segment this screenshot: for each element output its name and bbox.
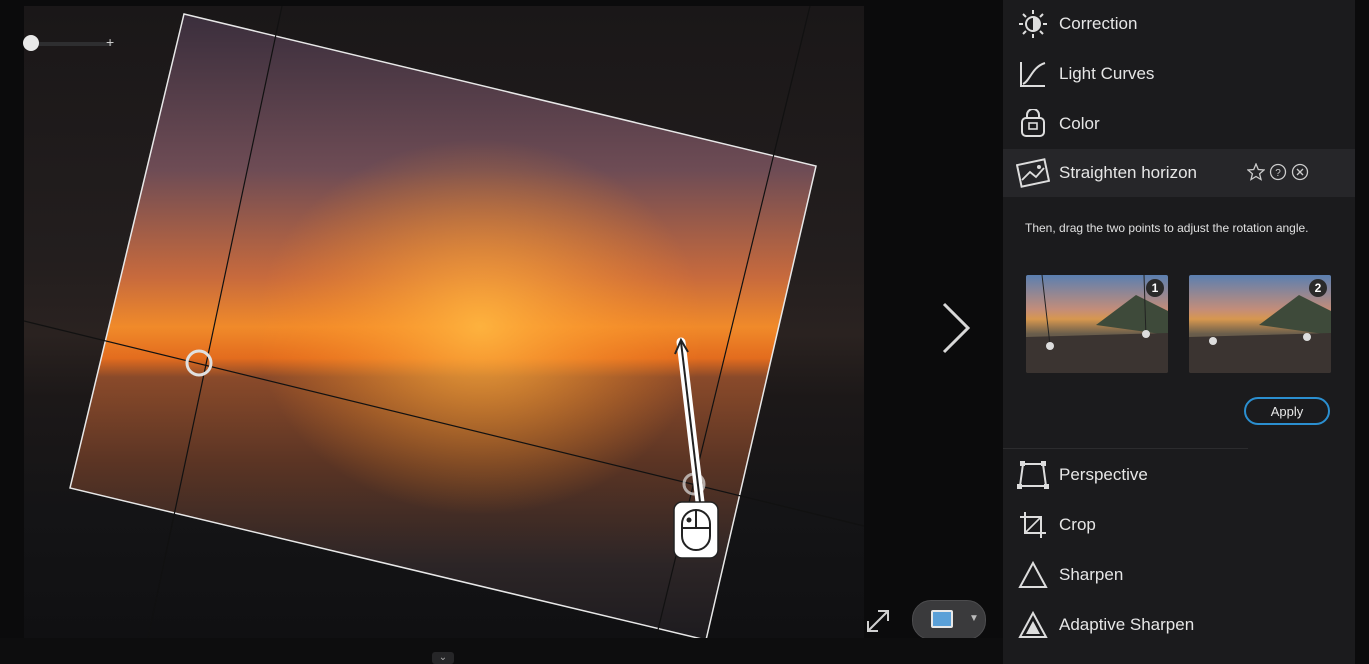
star-icon[interactable] [1247, 163, 1265, 181]
chevron-right-icon[interactable] [938, 300, 974, 356]
single-view-icon [931, 610, 953, 628]
tool-label: Light Curves [1059, 64, 1155, 83]
view-mode-toggle[interactable]: ▼ [912, 600, 986, 640]
example-thumbnail-1: 1 [1026, 275, 1168, 373]
thumbnail-number: 1 [1146, 279, 1164, 297]
tool-label: Color [1059, 114, 1100, 133]
tool-label: Adaptive Sharpen [1059, 615, 1195, 634]
straighten-horizon-icon [1015, 158, 1051, 188]
tool-crop[interactable]: Crop [1003, 501, 1355, 549]
tool-perspective[interactable]: Perspective [1003, 451, 1355, 499]
tool-color[interactable]: Color [1003, 100, 1355, 148]
tool-sharpen[interactable]: Sharpen [1003, 551, 1355, 599]
expand-icon[interactable] [864, 607, 892, 635]
sun-icon [1015, 9, 1051, 39]
color-icon [1015, 109, 1051, 139]
crop-icon [1015, 510, 1051, 540]
image-canvas[interactable] [24, 6, 864, 638]
tool-label: Perspective [1059, 465, 1148, 484]
apply-button[interactable]: Apply [1244, 397, 1330, 425]
tool-label: Crop [1059, 515, 1096, 534]
collapse-tab-chevron-icon[interactable]: ⌄ [432, 652, 454, 664]
zoom-slider-knob[interactable] [23, 35, 39, 51]
tool-label: Sharpen [1059, 565, 1124, 584]
tool-label: Correction [1059, 14, 1138, 33]
svg-text:?: ? [1275, 168, 1281, 179]
tool-adaptive-sharpen[interactable]: Adaptive Sharpen [1003, 601, 1355, 649]
curves-icon [1015, 59, 1051, 89]
thumbnail-number: 2 [1309, 279, 1327, 297]
rotated-photo-layer [24, 6, 864, 638]
adaptive-sharpen-icon [1015, 610, 1051, 640]
straighten-help-text: Then, drag the two points to adjust the … [1025, 221, 1309, 235]
mouse-icon [673, 501, 719, 559]
help-icon[interactable]: ? [1269, 163, 1287, 181]
tool-correction[interactable]: Correction [1003, 0, 1355, 48]
tool-label: Straighten horizon [1059, 163, 1197, 182]
panel-scroll-gutter [1355, 0, 1369, 664]
zoom-plus-icon[interactable]: + [106, 34, 114, 50]
divider [1003, 448, 1248, 449]
sharpen-icon [1015, 560, 1051, 590]
close-icon[interactable] [1291, 163, 1309, 181]
zoom-slider[interactable] [28, 42, 112, 46]
perspective-icon [1015, 460, 1051, 490]
tool-actions: ? [1247, 163, 1309, 181]
tools-panel: Correction Light Curves Color Straighten… [1003, 0, 1369, 664]
left-frame [0, 0, 24, 664]
chevron-down-icon[interactable]: ▼ [969, 613, 979, 624]
editor-window: + ▼ ⌄ Correction Light Curves Color Stra… [0, 0, 1369, 664]
tool-light-curves[interactable]: Light Curves [1003, 50, 1355, 98]
tool-straighten-horizon[interactable]: Straighten horizon ? [1003, 149, 1355, 197]
example-thumbnail-2: 2 [1189, 275, 1331, 373]
